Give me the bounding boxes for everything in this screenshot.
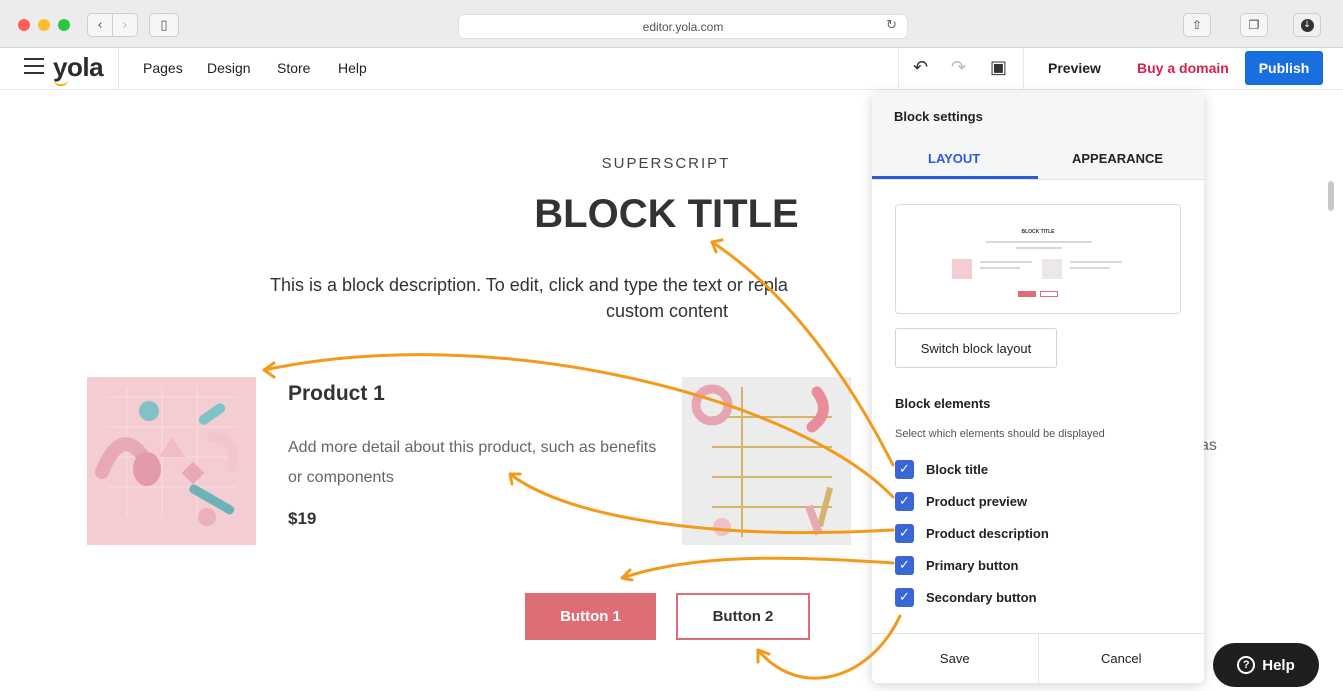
sidebar-toggle-button[interactable]: ▯ xyxy=(149,13,179,37)
checkmark-icon: ✓ xyxy=(899,462,910,477)
buy-domain-link[interactable]: Buy a domain xyxy=(1137,60,1229,76)
thumbnail-line xyxy=(980,261,1032,263)
block-superscript[interactable]: SUPERSCRIPT xyxy=(566,155,766,172)
thumbnail-line xyxy=(1016,247,1062,249)
active-tab-indicator xyxy=(872,176,1038,179)
tabs-icon: ❐ xyxy=(1248,18,1260,32)
forward-button[interactable]: › xyxy=(112,13,138,37)
redo-icon[interactable]: ↷ xyxy=(951,57,966,78)
save-icon[interactable]: ▣ xyxy=(990,57,1007,78)
tab-appearance[interactable]: APPEARANCE xyxy=(1072,151,1163,166)
downloads-button[interactable]: ↓ xyxy=(1293,13,1321,37)
publish-button[interactable]: Publish xyxy=(1245,51,1323,85)
product-1-description[interactable]: Add more detail about this product, such… xyxy=(288,433,658,493)
chevron-right-icon: › xyxy=(122,17,128,33)
switch-block-layout-button[interactable]: Switch block layout xyxy=(895,328,1057,368)
product-1-image[interactable] xyxy=(87,377,256,545)
checkbox[interactable]: ✓ xyxy=(895,588,914,607)
layout-thumbnail[interactable]: BLOCK TITLE xyxy=(895,204,1181,314)
checkmark-icon: ✓ xyxy=(899,494,910,509)
element-toggle-block-title[interactable]: ✓ Block title xyxy=(895,460,988,479)
save-button[interactable]: Save xyxy=(872,634,1038,683)
menu-help[interactable]: Help xyxy=(338,60,367,76)
thumbnail-line xyxy=(1070,261,1122,263)
element-label: Block title xyxy=(926,462,989,477)
tab-layout[interactable]: LAYOUT xyxy=(928,151,980,166)
close-window-button[interactable] xyxy=(18,19,30,31)
product-1-price[interactable]: $19 xyxy=(288,509,316,529)
preview-button[interactable]: Preview xyxy=(1048,60,1101,76)
abstract-shapes-illustration xyxy=(95,387,238,526)
undo-icon[interactable]: ↶ xyxy=(913,57,928,78)
block-description-continued[interactable]: custom content xyxy=(567,301,767,322)
element-label: Product preview xyxy=(926,494,1028,509)
element-toggle-product-description[interactable]: ✓ Product description xyxy=(895,524,1049,543)
url-text: editor.yola.com xyxy=(642,19,724,34)
logo-accent xyxy=(54,80,68,86)
element-label: Primary button xyxy=(926,558,1019,573)
chevron-left-icon: ‹ xyxy=(97,17,103,33)
checkbox[interactable]: ✓ xyxy=(895,556,914,575)
editor-toolbar: yola Pages Design Store Help ↶ ↷ ▣ Previ… xyxy=(0,48,1343,90)
thumbnail-line xyxy=(986,241,1092,243)
checkbox[interactable]: ✓ xyxy=(895,524,914,543)
checkbox[interactable]: ✓ xyxy=(895,460,914,479)
thumbnail-button xyxy=(1040,291,1058,297)
block-settings-panel: Block settings LAYOUT APPEARANCE BLOCK T… xyxy=(872,93,1204,683)
download-icon: ↓ xyxy=(1300,18,1314,32)
checkmark-icon: ✓ xyxy=(899,558,910,573)
panel-footer: Save Cancel xyxy=(872,633,1204,683)
secondary-button[interactable]: Button 2 xyxy=(676,593,810,640)
reload-icon[interactable]: ↻ xyxy=(886,18,897,33)
address-bar[interactable]: editor.yola.com ↻ xyxy=(458,14,908,39)
tabs-button[interactable]: ❐ xyxy=(1240,13,1268,37)
thumbnail-title: BLOCK TITLE xyxy=(1021,229,1055,235)
element-toggle-secondary-button[interactable]: ✓ Secondary button xyxy=(895,588,1037,607)
minimize-window-button[interactable] xyxy=(38,19,50,31)
checkbox[interactable]: ✓ xyxy=(895,492,914,511)
help-widget-button[interactable]: ? Help xyxy=(1213,643,1319,687)
checkmark-icon: ✓ xyxy=(899,590,910,605)
product-1-title[interactable]: Product 1 xyxy=(288,382,385,406)
gold-grid-illustration xyxy=(691,384,834,537)
block-elements-help-text: Select which elements should be displaye… xyxy=(895,428,1105,440)
menu-pages[interactable]: Pages xyxy=(143,60,183,76)
toolbar-divider xyxy=(898,48,899,90)
toolbar-divider xyxy=(118,48,119,90)
thumbnail-image xyxy=(952,259,972,279)
browser-chrome: ‹ › ▯ editor.yola.com ↻ ⇧ ❐ ↓ xyxy=(0,0,1343,48)
thumbnail-line xyxy=(980,267,1020,269)
help-widget-label: Help xyxy=(1262,656,1295,674)
block-title[interactable]: BLOCK TITLE xyxy=(500,192,833,237)
thumbnail-image xyxy=(1042,259,1062,279)
thumbnail-button xyxy=(1018,291,1036,297)
share-button[interactable]: ⇧ xyxy=(1183,13,1211,37)
primary-button[interactable]: Button 1 xyxy=(525,593,656,640)
thumbnail-line xyxy=(1070,267,1110,269)
panel-title: Block settings xyxy=(894,109,983,124)
checkmark-icon: ✓ xyxy=(899,526,910,541)
product-2-image[interactable] xyxy=(682,377,851,545)
maximize-window-button[interactable] xyxy=(58,19,70,31)
share-icon: ⇧ xyxy=(1191,18,1203,32)
element-toggle-primary-button[interactable]: ✓ Primary button xyxy=(895,556,1018,575)
element-toggle-product-preview[interactable]: ✓ Product preview xyxy=(895,492,1027,511)
menu-store[interactable]: Store xyxy=(277,60,310,76)
toolbar-divider xyxy=(1023,48,1024,90)
element-label: Product description xyxy=(926,526,1049,541)
element-label: Secondary button xyxy=(926,590,1037,605)
block-elements-heading: Block elements xyxy=(895,396,991,411)
hamburger-menu-icon[interactable] xyxy=(24,58,44,74)
yola-logo: yola xyxy=(53,52,104,82)
cancel-button[interactable]: Cancel xyxy=(1039,634,1205,683)
sidebar-icon: ▯ xyxy=(160,17,168,33)
question-mark-icon: ? xyxy=(1237,656,1256,674)
back-button[interactable]: ‹ xyxy=(87,13,113,37)
menu-design[interactable]: Design xyxy=(207,60,251,76)
panel-header: Block settings LAYOUT APPEARANCE xyxy=(872,93,1204,180)
